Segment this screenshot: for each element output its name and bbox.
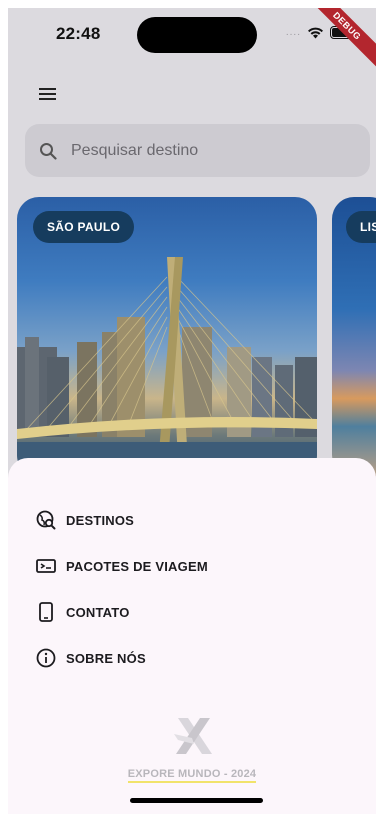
destination-card-sao-paulo[interactable]: SÃO PAULO: [17, 197, 317, 477]
globe-search-icon: [36, 510, 56, 530]
search-bar[interactable]: [25, 124, 370, 177]
signal-dots: ....: [285, 27, 301, 38]
search-icon: [40, 142, 57, 160]
card-city-badge: SÃO PAULO: [33, 211, 135, 243]
footer-copyright: EXPORE MUNDO - 2024: [8, 768, 376, 783]
menu-item-label: SOBRE NÓS: [66, 650, 146, 666]
smartphone-icon: [36, 602, 56, 622]
home-indicator: [130, 798, 263, 803]
menu-item-label: PACOTES DE VIAGEM: [66, 558, 208, 574]
menu-item-pacotes[interactable]: PACOTES DE VIAGEM: [36, 556, 208, 576]
info-icon: [36, 648, 56, 668]
status-time: 22:48: [56, 24, 101, 43]
menu-item-label: DESTINOS: [66, 512, 135, 528]
hamburger-icon[interactable]: [38, 86, 58, 102]
search-input[interactable]: [71, 141, 331, 160]
destination-card-lisboa[interactable]: LIS: [332, 197, 376, 477]
app-screen: 22:48 .... DEBUG Pesquisar destino SÃO P…: [8, 8, 376, 814]
wifi-icon: [308, 27, 323, 38]
menu-item-contato[interactable]: CONTATO: [36, 602, 130, 622]
navigation-sheet: DESTINOS PACOTES DE VIAGEM CONTATO SOBRE…: [8, 458, 376, 814]
card-city-badge: LIS: [346, 211, 376, 243]
plane-logo-icon: [174, 718, 212, 754]
dynamic-island: [137, 17, 257, 53]
menu-item-label: CONTATO: [66, 604, 130, 620]
menu-item-sobre-nos[interactable]: SOBRE NÓS: [36, 648, 146, 668]
menu-item-destinos[interactable]: DESTINOS: [36, 510, 134, 530]
ticket-icon: [36, 556, 56, 576]
debug-banner: DEBUG: [302, 8, 376, 71]
